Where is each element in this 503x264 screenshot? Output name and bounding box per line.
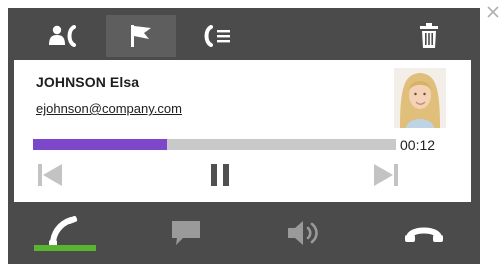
voicemail-card: JOHNSON Elsa ejohnson@company.com 00:12 bbox=[14, 60, 471, 202]
chat-icon bbox=[172, 221, 200, 245]
call-widget: JOHNSON Elsa ejohnson@company.com 00:12 bbox=[8, 8, 480, 264]
playback-progress-fill bbox=[33, 139, 168, 150]
playback-progress-bar[interactable] bbox=[33, 139, 396, 150]
elapsed-time: 00:12 bbox=[400, 137, 436, 153]
call-list-icon bbox=[204, 25, 230, 47]
chat-button[interactable] bbox=[156, 210, 216, 256]
trash-icon bbox=[420, 23, 438, 48]
top-toolbar bbox=[8, 8, 480, 60]
contact-button[interactable] bbox=[34, 16, 94, 56]
skip-previous-button[interactable] bbox=[30, 158, 70, 192]
pause-button[interactable] bbox=[200, 158, 240, 192]
hang-up-icon bbox=[405, 227, 443, 242]
volume-button[interactable] bbox=[270, 210, 340, 256]
skip-previous-icon bbox=[38, 164, 62, 186]
contact-name: JOHNSON Elsa bbox=[36, 74, 140, 90]
call-list-button[interactable] bbox=[188, 16, 248, 56]
delete-button[interactable] bbox=[402, 16, 456, 56]
hang-up-button[interactable] bbox=[394, 210, 454, 256]
close-icon[interactable] bbox=[487, 6, 499, 18]
flag-button[interactable] bbox=[106, 15, 176, 57]
call-controls-bar bbox=[8, 206, 480, 264]
avatar bbox=[394, 68, 446, 128]
contact-email-link[interactable]: ejohnson@company.com bbox=[36, 101, 182, 116]
volume-icon bbox=[288, 221, 318, 245]
flag-icon bbox=[131, 25, 151, 47]
contact-icon bbox=[49, 25, 76, 47]
skip-next-icon bbox=[374, 164, 398, 186]
skip-next-button[interactable] bbox=[366, 158, 406, 192]
active-call-indicator bbox=[34, 245, 96, 251]
pause-icon bbox=[211, 164, 229, 186]
